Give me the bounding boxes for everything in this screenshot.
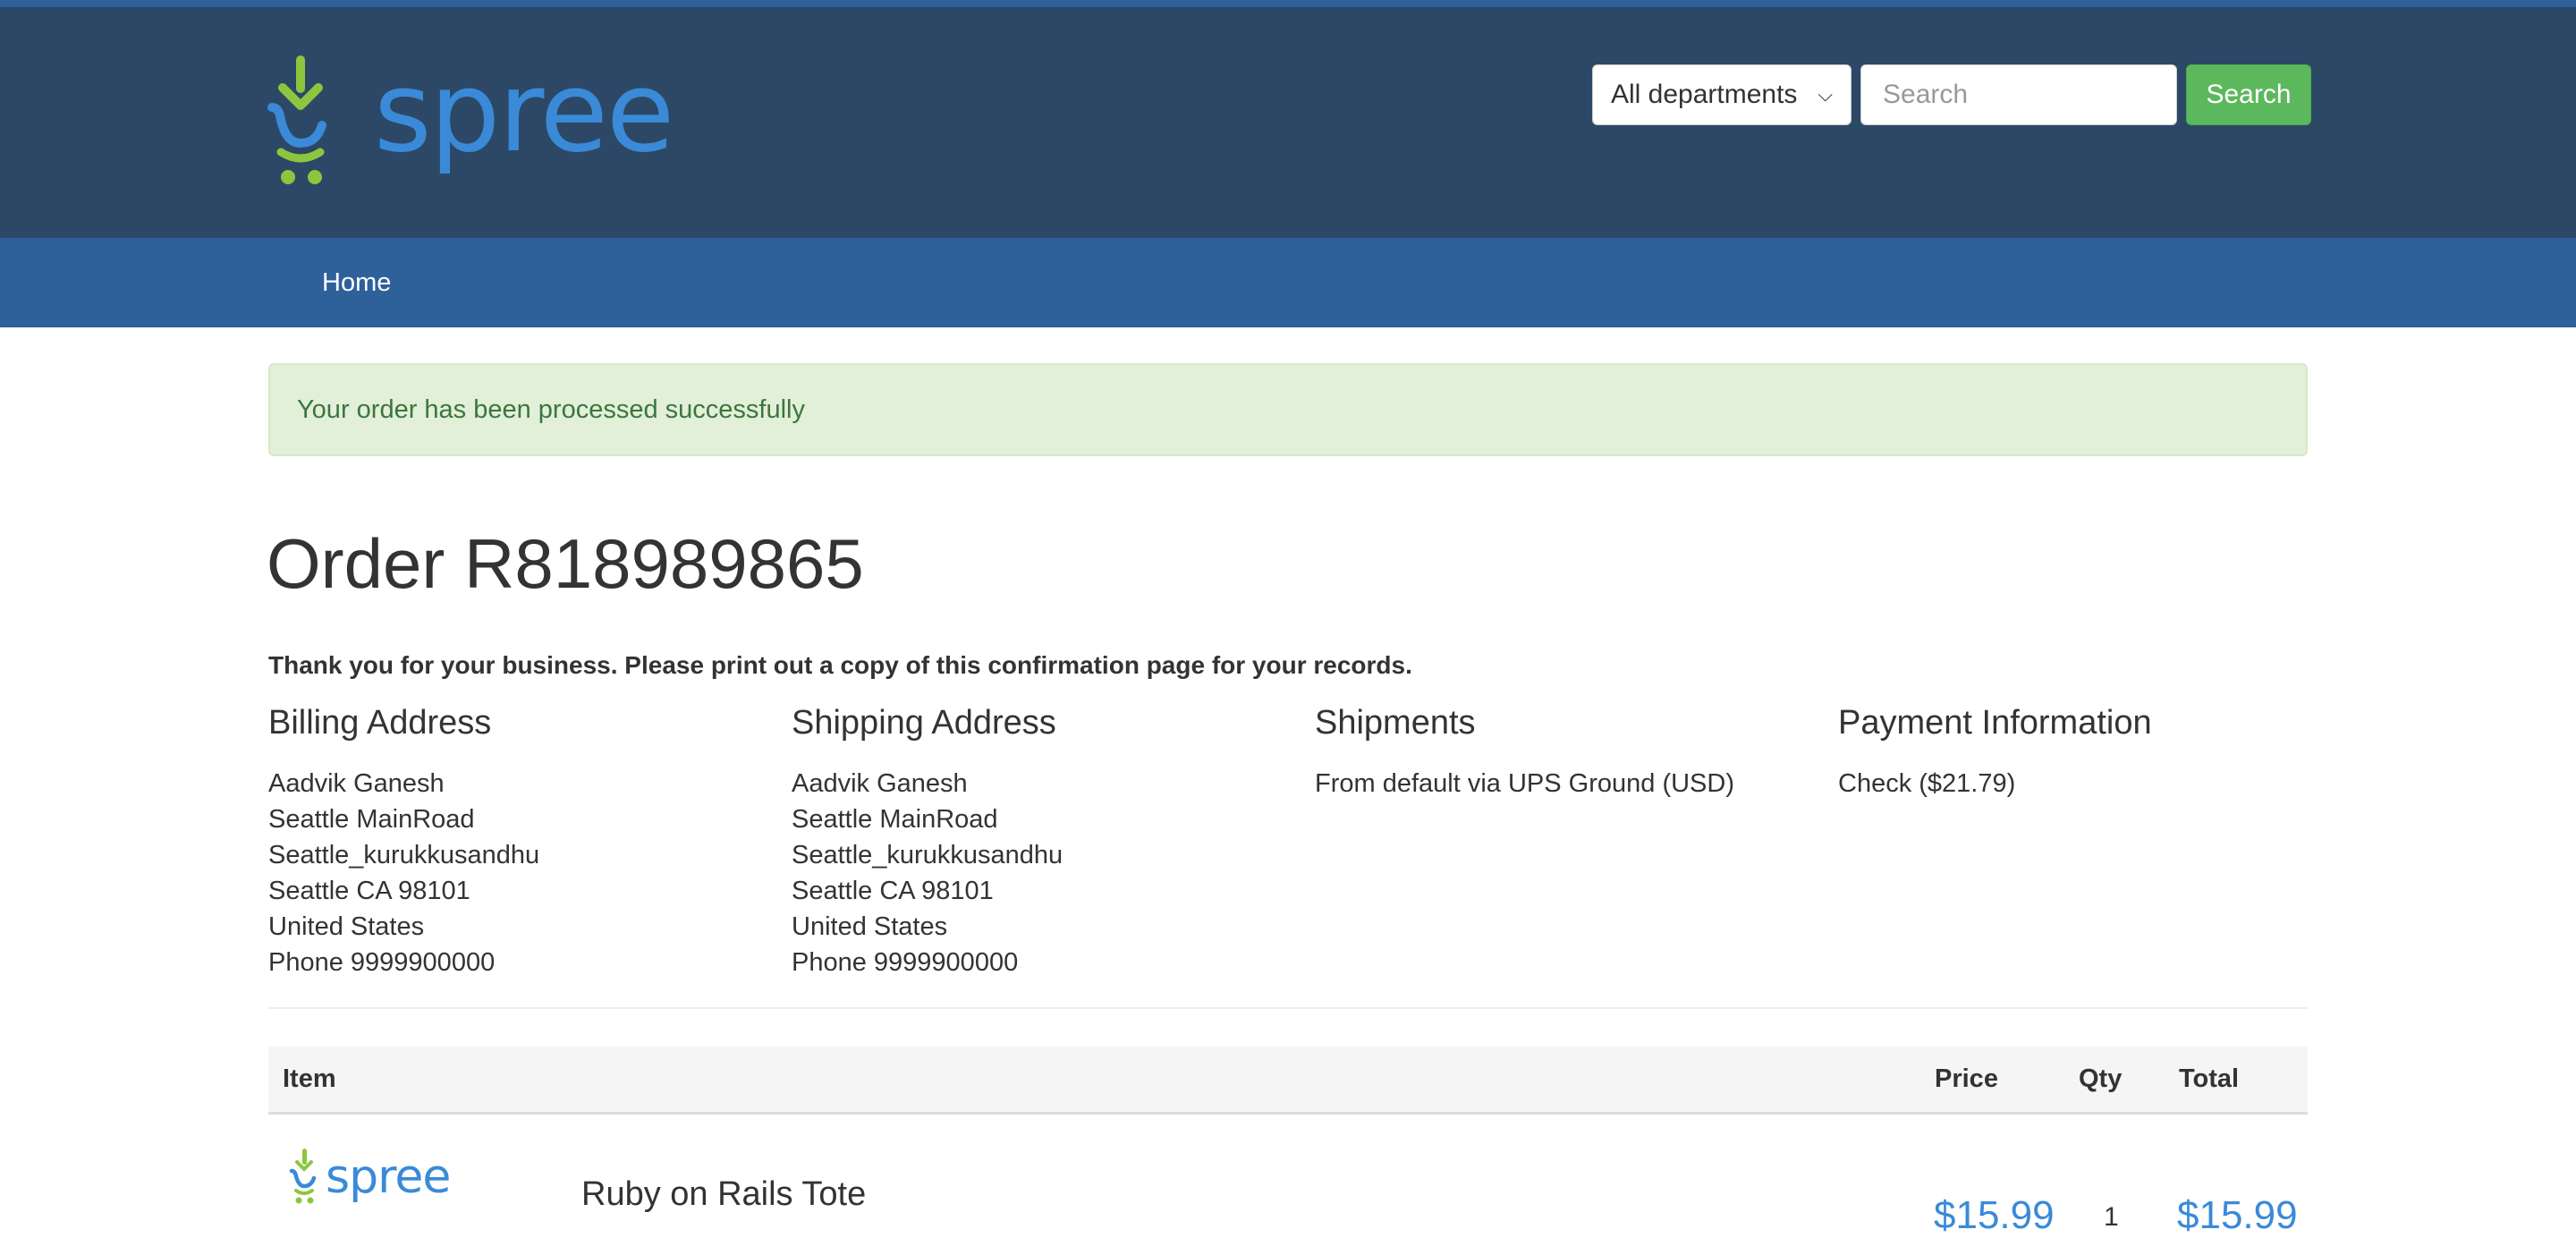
shipments-info: Shipments From default via UPS Ground (U… — [1315, 700, 1816, 801]
billing-line: Aadvik Ganesh — [268, 769, 445, 798]
product-thumbnail[interactable]: spree — [288, 1147, 458, 1220]
success-message: Your order has been processed successful… — [297, 394, 805, 424]
shipping-line: United States — [792, 912, 948, 941]
product-total: $15.99 — [2177, 1193, 2298, 1237]
search-placeholder: Search — [1883, 80, 1969, 109]
cart-logo-icon — [267, 55, 326, 184]
billing-line: Phone 9999900000 — [268, 948, 496, 977]
site-header: spree All departments ⌵ Search Search — [0, 7, 2576, 238]
nav-home-link[interactable]: Home — [322, 238, 391, 327]
department-select-value: All departments — [1611, 80, 1798, 109]
billing-line: Seattle CA 98101 — [268, 877, 470, 905]
product-price: $15.99 — [1934, 1193, 2055, 1237]
billing-heading: Billing Address — [268, 704, 492, 742]
department-select[interactable]: All departments ⌵ — [1592, 64, 1852, 125]
shipping-heading: Shipping Address — [792, 704, 1056, 742]
billing-line: United States — [268, 912, 425, 941]
product-qty: 1 — [2104, 1202, 2119, 1232]
section-divider — [268, 1007, 2308, 1009]
payment-text: Check ($21.79) — [1838, 769, 2016, 798]
top-accent-strip — [0, 0, 2576, 7]
shipping-line: Seattle CA 98101 — [792, 877, 994, 905]
shipping-line: Seattle MainRoad — [792, 805, 998, 834]
thanks-message: Thank you for your business. Please prin… — [268, 651, 1412, 679]
shipping-line: Aadvik Ganesh — [792, 769, 968, 798]
brand-name: spree — [374, 48, 674, 177]
shipping-line: Seattle_kurukkusandhu — [792, 841, 1063, 869]
main-nav: Home — [0, 238, 2576, 327]
product-thumbnail-brand: spree — [326, 1150, 451, 1204]
chevron-down-icon: ⌵ — [1818, 83, 1833, 106]
column-header-item: Item — [283, 1064, 336, 1093]
search-bar: All departments ⌵ Search Search — [1592, 64, 2311, 125]
search-button[interactable]: Search — [2186, 64, 2311, 125]
shipping-line: Phone 9999900000 — [792, 948, 1019, 977]
billing-line: Seattle MainRoad — [268, 805, 475, 834]
payment-heading: Payment Information — [1838, 704, 2152, 742]
column-header-total: Total — [2179, 1064, 2240, 1093]
column-header-price: Price — [1935, 1064, 1998, 1093]
success-alert: Your order has been processed successful… — [268, 363, 2308, 456]
search-input[interactable]: Search — [1860, 64, 2177, 125]
billing-line: Seattle_kurukkusandhu — [268, 841, 540, 869]
line-items-header: Item Price Qty Total — [268, 1047, 2308, 1115]
billing-address: Billing Address Aadvik Ganesh Seattle Ma… — [268, 700, 769, 980]
payment-info: Payment Information Check ($21.79) — [1838, 700, 2339, 801]
column-header-qty: Qty — [2079, 1064, 2123, 1093]
product-name-link[interactable]: Ruby on Rails Tote — [581, 1175, 866, 1214]
shipments-heading: Shipments — [1315, 704, 1476, 742]
shipments-text: From default via UPS Ground (USD) — [1315, 769, 1734, 798]
shipping-address: Shipping Address Aadvik Ganesh Seattle M… — [792, 700, 1292, 980]
page-title: Order R818989865 — [267, 524, 864, 603]
